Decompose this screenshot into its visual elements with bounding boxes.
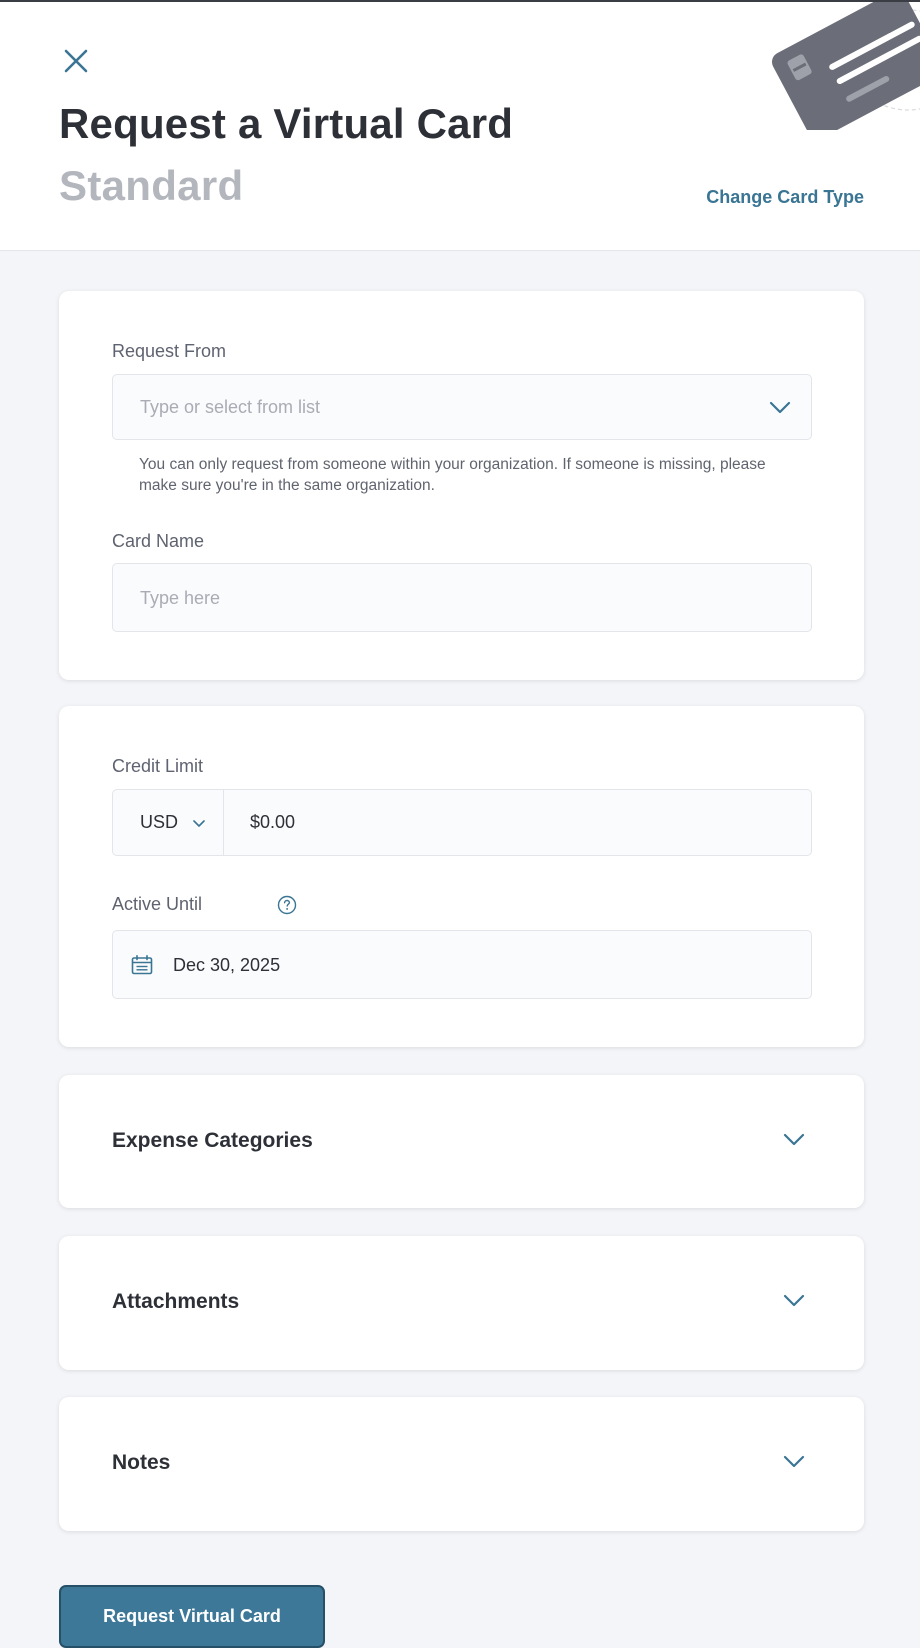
- credit-limit-group: USD $0.00: [112, 789, 812, 856]
- recipient-panel: Request From Type or select from list Yo…: [59, 291, 864, 680]
- request-from-label: Request From: [112, 341, 227, 361]
- active-until-date-value: Dec 30, 2025: [173, 955, 281, 975]
- page-title: Request a Virtual Card: [59, 100, 514, 147]
- active-until-date-input[interactable]: Dec 30, 2025: [112, 930, 812, 999]
- request-from-placeholder: Type or select from list: [140, 397, 321, 417]
- chevron-down-icon[interactable]: [783, 1455, 805, 1469]
- notes-section[interactable]: Notes: [59, 1397, 864, 1531]
- request-from-helper-text: You can only request from someone within…: [139, 456, 766, 494]
- request-virtual-card-button[interactable]: Request Virtual Card: [59, 1585, 325, 1648]
- close-button[interactable]: [59, 44, 93, 78]
- credit-limit-amount-input[interactable]: $0.00: [224, 790, 811, 855]
- expense-categories-title: Expense Categories: [112, 1129, 313, 1152]
- chevron-down-icon[interactable]: [783, 1133, 805, 1147]
- attachments-section[interactable]: Attachments: [59, 1236, 864, 1370]
- chevron-down-icon: [193, 820, 205, 827]
- active-until-label: Active Until: [112, 894, 203, 914]
- card-name-label: Card Name: [112, 531, 205, 551]
- card-name-placeholder: Type here: [140, 588, 221, 608]
- credit-card-illustration: [772, 2, 920, 130]
- change-card-type-link[interactable]: Change Card Type: [706, 187, 864, 208]
- calendar-icon: [131, 955, 153, 975]
- currency-value: USD: [140, 812, 179, 832]
- credit-limit-label: Credit Limit: [112, 756, 204, 776]
- help-circle-icon[interactable]: [277, 895, 297, 915]
- currency-select[interactable]: USD: [113, 790, 223, 855]
- request-from-select[interactable]: Type or select from list: [112, 374, 812, 440]
- chevron-down-icon[interactable]: [783, 1294, 805, 1308]
- chevron-down-icon[interactable]: [769, 401, 791, 415]
- expense-categories-section[interactable]: Expense Categories: [59, 1075, 864, 1208]
- close-icon: [64, 49, 88, 73]
- page-header: Request a Virtual Card Standard Change C…: [0, 2, 920, 251]
- card-name-input[interactable]: Type here: [112, 563, 812, 632]
- limit-panel: Credit Limit USD $0.00 Active Until Dec …: [59, 706, 864, 1047]
- notes-title: Notes: [112, 1451, 171, 1474]
- credit-limit-amount: $0.00: [250, 812, 296, 832]
- card-type-label: Standard: [59, 162, 244, 209]
- attachments-title: Attachments: [112, 1290, 240, 1313]
